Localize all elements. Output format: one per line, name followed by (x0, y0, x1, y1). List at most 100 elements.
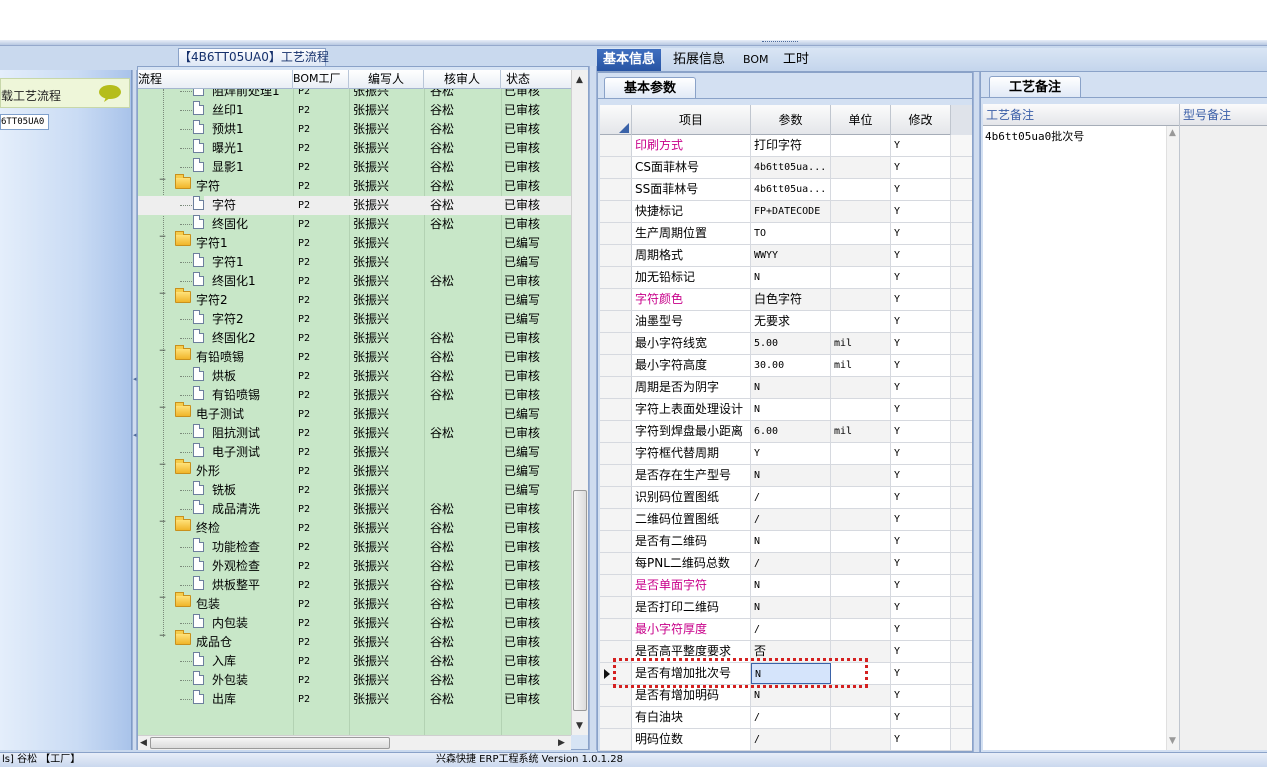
parameter-value-input[interactable]: 无要求 (751, 311, 831, 332)
tree-row[interactable]: 功能检查 P2 张振兴 谷松 已审核 (138, 538, 571, 557)
tree-row[interactable]: − 有铅喷锡 P2 张振兴 谷松 已审核 (138, 345, 571, 367)
row-indicator[interactable] (600, 311, 632, 332)
parameter-row[interactable]: 是否有增加明码 N Y (600, 685, 972, 707)
row-indicator[interactable] (600, 597, 632, 618)
tree-horizontal-scrollbar[interactable]: ◀ ▶ (138, 735, 571, 750)
speech-bubble-icon[interactable] (98, 84, 122, 102)
parameter-modify-flag[interactable]: Y (891, 333, 951, 354)
parameter-value-input[interactable]: N (751, 663, 831, 684)
collapse-icon[interactable]: − (158, 461, 167, 471)
tree-row[interactable]: − 成品仓 P2 张振兴 谷松 已审核 (138, 630, 571, 652)
tree-row[interactable]: 成品清洗 P2 张振兴 谷松 已审核 (138, 500, 571, 519)
tree-row[interactable]: 阻抗测试 P2 张振兴 谷松 已审核 (138, 424, 571, 443)
column-header-status[interactable]: 状态 (501, 70, 571, 89)
parameter-value-input[interactable]: N (751, 597, 831, 618)
parameter-row[interactable]: 最小字符高度 30.00 mil Y (600, 355, 972, 377)
parameter-row[interactable]: 最小字符厚度 / Y (600, 619, 972, 641)
column-header-reviewer[interactable]: 核审人 (424, 70, 501, 89)
parameter-value-input[interactable]: 否 (751, 641, 831, 662)
parameter-modify-flag[interactable]: Y (891, 135, 951, 156)
row-indicator[interactable] (600, 487, 632, 508)
row-indicator[interactable] (600, 399, 632, 420)
tree-row[interactable]: 烘板整平 P2 张振兴 谷松 已审核 (138, 576, 571, 595)
collapse-icon[interactable]: − (158, 176, 167, 186)
tree-row[interactable]: 阻焊前处理1 P2 张振兴 谷松 已审核 (138, 89, 571, 101)
row-indicator[interactable] (600, 663, 632, 684)
parameter-modify-flag[interactable]: Y (891, 553, 951, 574)
parameter-row[interactable]: 生产周期位置 TO Y (600, 223, 972, 245)
parameter-modify-flag[interactable]: Y (891, 157, 951, 178)
row-indicator[interactable] (600, 377, 632, 398)
parameter-row[interactable]: 印刷方式 打印字符 Y (600, 135, 972, 157)
parameter-value-input[interactable]: 白色字符 (751, 289, 831, 310)
parameter-value-input[interactable]: Y (751, 443, 831, 464)
parameter-modify-flag[interactable]: Y (891, 531, 951, 552)
scroll-right-icon[interactable]: ▶ (558, 738, 565, 748)
parameter-modify-flag[interactable]: Y (891, 641, 951, 662)
tree-row[interactable]: 外包装 P2 张振兴 谷松 已审核 (138, 671, 571, 690)
parameter-value-input[interactable]: N (751, 267, 831, 288)
tree-row[interactable]: 终固化2 P2 张振兴 谷松 已审核 (138, 329, 571, 348)
row-indicator[interactable] (600, 553, 632, 574)
parameter-value-input[interactable]: WWYY (751, 245, 831, 266)
parameter-modify-flag[interactable]: Y (891, 575, 951, 596)
collapse-icon[interactable]: − (158, 404, 167, 414)
parameter-row[interactable]: 是否有二维码 N Y (600, 531, 972, 553)
middle-splitter[interactable] (589, 66, 597, 750)
parameter-row[interactable]: CS面菲林号 4b6tt05ua... Y (600, 157, 972, 179)
parameter-row[interactable]: 每PNL二维码总数 / Y (600, 553, 972, 575)
model-notes-textarea[interactable] (1180, 126, 1267, 750)
parameter-modify-flag[interactable]: Y (891, 465, 951, 486)
parameter-row[interactable]: 是否高平整度要求否 Y (600, 641, 972, 663)
parameter-value-input[interactable]: 4b6tt05ua... (751, 157, 831, 178)
parameter-modify-flag[interactable]: Y (891, 377, 951, 398)
tree-row[interactable]: 终固化1 P2 张振兴 谷松 已审核 (138, 272, 571, 291)
row-indicator[interactable] (600, 223, 632, 244)
parameter-row[interactable]: 识别码位置图纸 / Y (600, 487, 972, 509)
tree-vertical-scroll-thumb[interactable] (573, 490, 587, 711)
collapse-icon[interactable]: − (158, 290, 167, 300)
parameter-modify-flag[interactable]: Y (891, 399, 951, 420)
row-indicator[interactable] (600, 443, 632, 464)
column-header-item[interactable]: 项目 (632, 105, 751, 135)
row-indicator[interactable] (600, 509, 632, 530)
tree-row[interactable]: 外观检查 P2 张振兴 谷松 已审核 (138, 557, 571, 576)
parameter-value-input[interactable]: N (751, 685, 831, 706)
parameter-modify-flag[interactable]: Y (891, 267, 951, 288)
parameter-modify-flag[interactable]: Y (891, 223, 951, 244)
row-indicator[interactable] (600, 157, 632, 178)
parameter-value-input[interactable]: / (751, 487, 831, 508)
parameter-row[interactable]: 是否打印二维码 N Y (600, 597, 972, 619)
column-header-bom-factory[interactable]: BOM工厂 (293, 70, 349, 89)
parameter-row[interactable]: 油墨型号 无要求 Y (600, 311, 972, 333)
tree-row[interactable]: 电子测试 P2 张振兴 已编写 (138, 443, 571, 462)
parameter-modify-flag[interactable]: Y (891, 245, 951, 266)
tree-row[interactable]: − 终检 P2 张振兴 谷松 已审核 (138, 516, 571, 538)
parameter-modify-flag[interactable]: Y (891, 355, 951, 376)
parameter-row[interactable]: 周期格式 WWYY Y (600, 245, 972, 267)
row-indicator[interactable] (600, 201, 632, 222)
row-indicator[interactable] (600, 685, 632, 706)
parameter-value-input[interactable]: 30.00 (751, 355, 831, 376)
collapse-icon[interactable]: − (158, 233, 167, 243)
tree-row[interactable]: 铣板 P2 张振兴 已编写 (138, 481, 571, 500)
parameter-value-input[interactable]: / (751, 707, 831, 728)
parameter-modify-flag[interactable]: Y (891, 509, 951, 530)
scroll-up-icon[interactable]: ▲ (1169, 128, 1176, 138)
parameter-value-input[interactable]: TO (751, 223, 831, 244)
row-indicator[interactable] (600, 333, 632, 354)
parameter-row[interactable]: 明码位数 / Y (600, 729, 972, 751)
parameter-value-input[interactable]: / (751, 619, 831, 640)
column-header-modify[interactable]: 修改 (891, 105, 951, 135)
parameter-value-input[interactable]: N (751, 575, 831, 596)
parameter-value-input[interactable]: N (751, 531, 831, 552)
tab-bom[interactable]: BOM (737, 49, 775, 71)
tree-row[interactable]: 有铅喷锡 P2 张振兴 谷松 已审核 (138, 386, 571, 405)
notes-scrollbar[interactable]: ▲ ▼ (1166, 126, 1180, 750)
parameter-value-input[interactable]: 5.00 (751, 333, 831, 354)
parameter-value-input[interactable]: 打印字符 (751, 135, 831, 156)
tree-row[interactable]: 预烘1 P2 张振兴 谷松 已审核 (138, 120, 571, 139)
parameter-row[interactable]: 是否单面字符 N Y (600, 575, 972, 597)
right-splitter[interactable] (973, 72, 980, 752)
parameter-modify-flag[interactable]: Y (891, 487, 951, 508)
